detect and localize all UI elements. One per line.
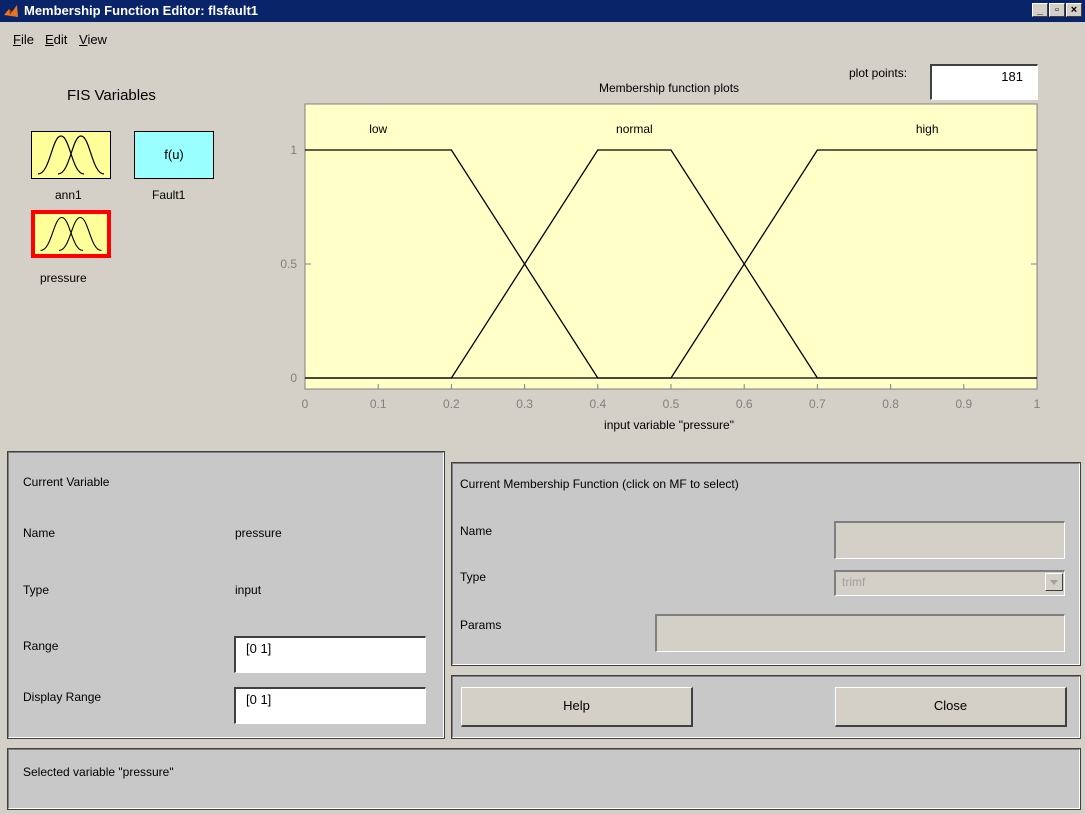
display-range-input[interactable]: [0 1] [234,687,426,724]
name-value: pressure [235,526,282,540]
x-tick-label: 0 [302,397,309,411]
x-tick-label: 0.8 [882,397,899,411]
y-tick-label: 1 [290,143,297,157]
membership-function-plot[interactable]: Membership function plots 0 0.1 0.2 0.3 0.4 0… [0,0,1085,440]
mf-type-value: trimf [842,575,866,589]
chevron-down-icon[interactable] [1045,573,1063,591]
mf-type-select[interactable]: trimf [834,570,1065,596]
x-tick-label: 0.6 [736,397,753,411]
mf-label-high[interactable]: high [916,122,939,136]
mf-name-input[interactable] [834,521,1065,559]
mf-params-label: Params [460,618,502,632]
status-text: Selected variable "pressure" [23,765,174,779]
x-tick-label: 0.9 [955,397,972,411]
x-tick-label: 0.5 [663,397,680,411]
mf-params-input[interactable] [655,614,1065,652]
mf-name-label: Name [460,524,493,538]
close-button[interactable]: Close [835,687,1067,727]
range-input[interactable]: [0 1] [234,636,426,673]
range-label: Range [23,639,59,653]
current-variable-heading: Current Variable [23,475,110,489]
name-label: Name [23,526,56,540]
current-mf-panel: Current Membership Function (click on MF… [451,462,1081,666]
type-label: Type [23,583,50,597]
mf-label-low[interactable]: low [369,122,387,136]
y-tick-label: 0 [290,371,297,385]
x-axis-label: input variable "pressure" [604,418,734,432]
display-range-label: Display Range [23,690,102,704]
x-tick-label: 0.3 [516,397,533,411]
x-tick-label: 0.7 [809,397,826,411]
help-button[interactable]: Help [461,687,693,727]
current-variable-panel: Current Variable Name pressure Type inpu… [7,451,445,739]
mf-type-label: Type [460,570,487,584]
mf-label-normal[interactable]: normal [616,122,653,136]
chart-title: Membership function plots [599,81,739,95]
x-tick-label: 1 [1034,397,1041,411]
current-mf-heading: Current Membership Function (click on MF… [460,477,739,491]
y-tick-label: 0.5 [280,257,297,271]
plot-area[interactable] [304,103,1038,390]
x-tick-label: 0.1 [370,397,387,411]
x-tick-label: 0.2 [443,397,460,411]
x-tick-label: 0.4 [589,397,606,411]
buttons-panel: Help Close [451,675,1081,739]
type-value: input [235,583,262,597]
status-panel: Selected variable "pressure" [7,748,1081,810]
